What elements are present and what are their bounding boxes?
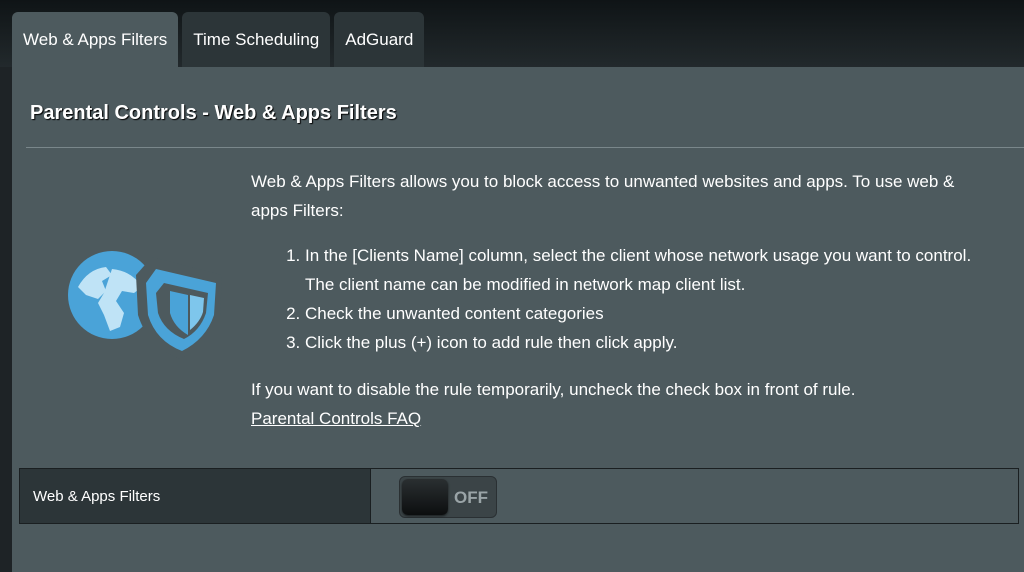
step-item: Click the plus (+) icon to add rule then…	[305, 328, 991, 357]
toggle-knob[interactable]	[402, 479, 448, 515]
title-divider	[26, 147, 1024, 148]
tab-adguard[interactable]: AdGuard	[334, 12, 425, 67]
web-apps-filters-toggle[interactable]: OFF	[399, 476, 497, 518]
step-item: In the [Clients Name] column, select the…	[305, 241, 991, 299]
page-title: Parental Controls - Web & Apps Filters	[30, 102, 397, 124]
intro-text: Web & Apps Filters allows you to block a…	[251, 172, 955, 220]
step-item: Check the unwanted content categories	[305, 299, 991, 328]
setting-label: Web & Apps Filters	[20, 469, 371, 523]
tab-time-scheduling[interactable]: Time Scheduling	[182, 12, 331, 67]
toggle-state-label: OFF	[454, 488, 488, 507]
top-bar: Web & Apps Filters Time Scheduling AdGua…	[0, 0, 1024, 67]
note-text: If you want to disable the rule temporar…	[251, 380, 856, 399]
steps-list: In the [Clients Name] column, select the…	[251, 241, 991, 357]
tab-bar: Web & Apps Filters Time Scheduling AdGua…	[12, 12, 425, 67]
tab-web-apps-filters[interactable]: Web & Apps Filters	[12, 12, 179, 67]
content-panel: Parental Controls - Web & Apps Filters W…	[12, 67, 1024, 572]
description: Web & Apps Filters allows you to block a…	[251, 167, 991, 433]
web-apps-filters-setting-row: Web & Apps Filters OFF	[19, 468, 1019, 524]
parental-controls-faq-link[interactable]: Parental Controls FAQ	[251, 409, 421, 428]
globe-shield-icon	[68, 251, 222, 359]
setting-value-cell: OFF	[371, 469, 1018, 523]
